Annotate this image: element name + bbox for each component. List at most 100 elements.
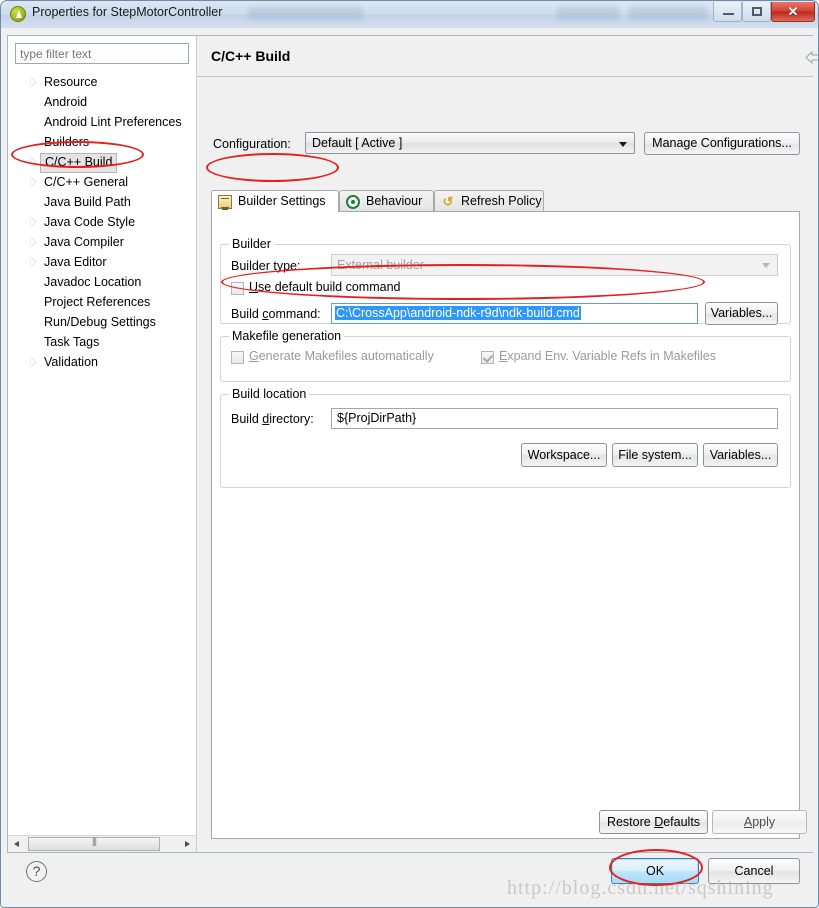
build-directory-value: ${ProjDirPath} xyxy=(337,411,417,425)
titlebar-reflection xyxy=(557,7,619,20)
configuration-combo[interactable]: Default [ Active ] xyxy=(305,132,635,154)
tree-item-label: Java Compiler xyxy=(44,235,124,249)
expand-env-vars-checkbox xyxy=(481,351,494,364)
tree-item-label: Project References xyxy=(44,295,151,309)
expand-arrow-icon[interactable] xyxy=(31,358,36,366)
build-command-variables-button[interactable]: Variables... xyxy=(705,302,778,325)
expand-arrow-icon[interactable] xyxy=(31,238,36,246)
tree-item-label: Run/Debug Settings xyxy=(44,315,156,329)
build-command-input[interactable]: C:\CrossApp\android-ndk-r9d\ndk-build.cm… xyxy=(331,303,698,324)
expand-arrow-icon[interactable] xyxy=(31,158,36,166)
back-arrow-icon[interactable] xyxy=(805,51,818,64)
tree-item-cpp-general[interactable]: C/C++ General xyxy=(8,172,196,192)
build-location-group-title: Build location xyxy=(229,387,310,401)
use-default-build-command-label: Use default build command xyxy=(249,280,401,294)
build-directory-input[interactable]: ${ProjDirPath} xyxy=(331,408,778,429)
tree-item-label: Resource xyxy=(44,75,98,89)
tab-label: Behaviour xyxy=(366,194,423,208)
tree-item-cpp-build[interactable]: C/C++ Build xyxy=(8,152,196,173)
window-title: Properties for StepMotorController xyxy=(32,5,223,19)
tree-item-label: Builders xyxy=(44,135,90,149)
expand-arrow-icon[interactable] xyxy=(31,78,36,86)
tree-item-builders[interactable]: Builders xyxy=(8,132,196,152)
tree-item-task-tags[interactable]: Task Tags xyxy=(8,332,196,352)
use-default-build-command-checkbox[interactable] xyxy=(231,282,244,295)
tree-item-project-references[interactable]: Project References xyxy=(8,292,196,312)
settings-tree-panel: Resource Android Android Lint Preference… xyxy=(8,36,197,852)
scroll-right-arrow-icon[interactable] xyxy=(179,836,196,852)
tree-item-android[interactable]: Android xyxy=(8,92,196,112)
tab-label: Builder Settings xyxy=(238,194,326,208)
filter-input[interactable] xyxy=(15,43,189,64)
builder-settings-tab-panel: Builder Builder type: External builder U… xyxy=(211,211,800,839)
makefile-group-title: Makefile generation xyxy=(229,329,345,343)
dialog-body: Resource Android Android Lint Preference… xyxy=(1,28,818,907)
builder-group-title: Builder xyxy=(229,237,274,251)
tab-builder-settings[interactable]: Builder Settings xyxy=(211,190,339,212)
manage-configurations-button[interactable]: Manage Configurations... xyxy=(644,132,800,155)
tree-item-java-build-path[interactable]: Java Build Path xyxy=(8,192,196,212)
cancel-button[interactable]: Cancel xyxy=(708,858,800,884)
expand-arrow-icon[interactable] xyxy=(31,178,36,186)
builder-type-combo: External builder xyxy=(331,254,778,276)
dialog-client-area: Resource Android Android Lint Preference… xyxy=(7,35,818,853)
build-location-group: Build location Build directory: ${ProjDi… xyxy=(220,387,791,488)
expand-arrow-icon[interactable] xyxy=(31,258,36,266)
preference-page-panel: C/C++ Build Configuration: Default [Act… xyxy=(197,36,818,852)
minimize-button[interactable] xyxy=(713,2,742,22)
file-system-button[interactable]: File system... xyxy=(612,443,698,467)
tree-item-resource[interactable]: Resource xyxy=(8,72,196,92)
tree-item-validation[interactable]: Validation xyxy=(8,352,196,372)
builder-group: Builder Builder type: External builder U… xyxy=(220,237,791,325)
tree-item-java-compiler[interactable]: Java Compiler xyxy=(8,232,196,252)
tab-behaviour[interactable]: Behaviour xyxy=(339,190,434,212)
build-command-value: C:\CrossApp\android-ndk-r9d\ndk-build.cm… xyxy=(335,306,581,320)
restore-button[interactable] xyxy=(742,2,771,22)
tree-horizontal-scrollbar[interactable] xyxy=(8,835,196,852)
help-icon[interactable]: ? xyxy=(26,861,47,882)
tab-strip: Builder Settings Behaviour ↺ Refresh Pol… xyxy=(211,190,800,212)
titlebar-reflection xyxy=(629,7,707,20)
configuration-value: Default [ Active ] xyxy=(312,136,403,150)
tree-item-label: Task Tags xyxy=(44,335,100,349)
tree-item-android-lint-preferences[interactable]: Android Lint Preferences xyxy=(8,112,196,132)
build-command-label: Build command: xyxy=(231,307,321,321)
builder-settings-icon xyxy=(218,195,232,209)
expand-arrow-icon[interactable] xyxy=(31,218,36,226)
chevron-down-icon xyxy=(619,142,627,147)
close-button[interactable] xyxy=(771,2,815,22)
properties-dialog-window: Properties for StepMotorController Resou… xyxy=(0,0,819,908)
tree-item-label: Android xyxy=(44,95,88,109)
chevron-down-icon xyxy=(762,263,770,268)
restore-defaults-label: Restore Defaults xyxy=(606,815,701,829)
tree-item-label: C/C++ Build xyxy=(40,153,118,173)
tree-item-label: Java Editor xyxy=(44,255,107,269)
behaviour-target-icon xyxy=(346,195,360,209)
tree-item-run-debug-settings[interactable]: Run/Debug Settings xyxy=(8,312,196,332)
makefile-generation-group: Makefile generation Generate Makefiles a… xyxy=(220,329,791,382)
workspace-button[interactable]: Workspace... xyxy=(521,443,607,467)
apply-button[interactable]: Apply xyxy=(712,810,807,834)
header-divider xyxy=(197,76,813,77)
tree-item-javadoc-location[interactable]: Javadoc Location xyxy=(8,272,196,292)
build-directory-variables-button[interactable]: Variables... xyxy=(703,443,778,467)
restore-defaults-button[interactable]: Restore Defaults xyxy=(599,810,708,834)
title-bar[interactable]: Properties for StepMotorController xyxy=(1,1,818,29)
tab-refresh-policy[interactable]: ↺ Refresh Policy xyxy=(434,190,544,212)
tree-item-java-code-style[interactable]: Java Code Style xyxy=(8,212,196,232)
scroll-left-arrow-icon[interactable] xyxy=(8,836,25,852)
settings-tree: Resource Android Android Lint Preference… xyxy=(8,72,196,852)
scrollbar-thumb[interactable] xyxy=(28,836,160,851)
tree-item-label: Android Lint Preferences xyxy=(44,115,182,129)
page-title: C/C++ Build xyxy=(211,48,291,64)
refresh-policy-icon: ↺ xyxy=(442,194,454,209)
tree-item-label: C/C++ General xyxy=(44,175,129,189)
builder-type-value: External builder xyxy=(337,258,424,272)
tab-label: Refresh Policy xyxy=(461,194,542,208)
ok-button[interactable]: OK xyxy=(611,858,699,884)
tree-item-java-editor[interactable]: Java Editor xyxy=(8,252,196,272)
configuration-label: Configuration: xyxy=(213,137,291,151)
tree-item-label: Java Build Path xyxy=(44,195,131,209)
tree-item-label: Java Code Style xyxy=(44,215,136,229)
generate-makefiles-label: Generate Makefiles automatically xyxy=(249,349,434,363)
